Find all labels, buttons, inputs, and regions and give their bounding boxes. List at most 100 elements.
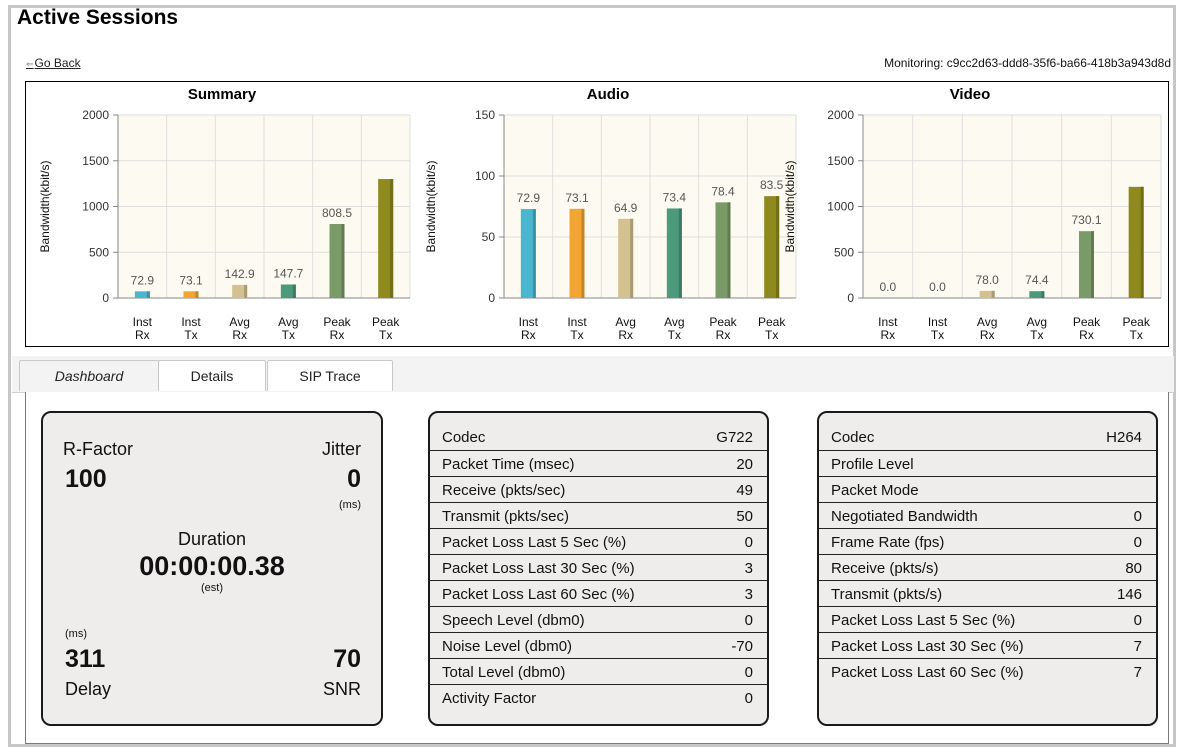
y-tick-label: 1000 [82, 200, 109, 214]
chart-svg: 0 500 1000 1500 2000 Bandwidth(kbit/s) 72.9 Ins… [38, 108, 411, 342]
audio-stat-value: G722 [716, 429, 753, 446]
video-stat-value: 7 [1133, 638, 1142, 655]
y-tick-label: 1500 [82, 154, 109, 168]
audio-stat-value: 0 [744, 612, 753, 629]
snr-value: 70 [333, 645, 361, 673]
video-stat-row: Packet Loss Last 60 Sec (%) 7 [819, 658, 1156, 684]
tab-dashboard[interactable]: Dashboard [19, 360, 159, 391]
bar-shade [244, 284, 248, 298]
video-stat-value: 7 [1133, 664, 1142, 681]
bar-shade [581, 208, 585, 298]
audio-stat-row: Total Level (dbm0) 0 [430, 658, 767, 684]
audio-stat-label: Speech Level (dbm0) [442, 612, 585, 629]
y-tick-label: 0 [102, 291, 109, 305]
x-tick-label: Inst [928, 315, 948, 329]
y-tick-label: 500 [89, 245, 109, 259]
audio-stat-label: Codec [442, 429, 486, 446]
audio-stat-label: Packet Loss Last 5 Sec (%) [442, 534, 627, 551]
video-stat-row: Frame Rate (fps) 0 [819, 528, 1156, 554]
video-stat-label: Packet Loss Last 60 Sec (%) [831, 664, 1024, 681]
x-tick-label: Rx [330, 328, 345, 342]
video-stat-value: 0 [1133, 534, 1142, 551]
audio-stat-label: Packet Time (msec) [442, 456, 575, 473]
x-tick-label: Avg [664, 315, 684, 329]
video-stat-row: Packet Mode [819, 476, 1156, 502]
y-tick-label: 0 [488, 291, 495, 305]
audio-stats-panel: Codec G722 Packet Time (msec) 20 Receive (pk… [428, 411, 769, 726]
video-chart-title: Video [949, 86, 991, 103]
chart-svg: 050100150Bandwidth(kbit/s) 72.9InstRx73.1… [424, 108, 797, 342]
audio-stat-row: Packet Loss Last 60 Sec (%) 3 [430, 580, 767, 606]
video-stat-row: Profile Level [819, 450, 1156, 476]
x-tick-label: Tx [282, 328, 295, 342]
audio-stat-value: 49 [736, 482, 753, 499]
y-axis-label: Bandwidth(kbit/s) [424, 160, 438, 252]
x-tick-label: Rx [880, 328, 895, 342]
y-tick-label: 100 [475, 169, 495, 183]
bar-shade [678, 208, 682, 298]
x-tick-label: Inst [567, 315, 587, 329]
bar-shade [195, 291, 199, 298]
video-stat-label: Packet Mode [831, 482, 919, 499]
y-tick-label: 1500 [827, 154, 854, 168]
video-stat-label: Packet Loss Last 30 Sec (%) [831, 638, 1024, 655]
data-label: 72.9 [517, 191, 541, 205]
x-tick-label: Avg [229, 315, 249, 329]
audio-stat-row: Codec G722 [430, 424, 767, 450]
x-tick-label: Tx [931, 328, 944, 342]
x-tick-label: Avg [278, 315, 298, 329]
data-label: 78.4 [711, 184, 735, 198]
data-label: 64.9 [614, 201, 638, 215]
go-back-link[interactable]: ⇐Go Back [26, 56, 81, 70]
audio-stat-row: Packet Loss Last 5 Sec (%) 0 [430, 528, 767, 554]
audio-stat-value: 0 [744, 664, 753, 681]
data-label: 142.9 [225, 267, 255, 281]
x-tick-label: Tx [1129, 328, 1142, 342]
tab-details[interactable]: Details [158, 360, 266, 391]
quality-panel: R-Factor 100 Jitter 0 (ms) Duration 00:0… [41, 411, 383, 726]
x-tick-label: Avg [977, 315, 997, 329]
delay-value: 311 [65, 645, 106, 673]
duration-value: 00:00:00.38 [139, 551, 285, 581]
audio-stat-label: Packet Loss Last 30 Sec (%) [442, 560, 635, 577]
video-chart: 0 500 1000 1500 2000 Bandwidth(kbit/s) 0.0 Inst… [771, 82, 1169, 346]
video-stat-row: Negotiated Bandwidth 0 [819, 502, 1156, 528]
x-tick-label: Avg [615, 315, 635, 329]
x-tick-label: Tx [184, 328, 197, 342]
jitter-value: 0 [347, 465, 361, 493]
video-stat-label: Receive (pkts/s) [831, 560, 939, 577]
bar-shade [532, 209, 536, 298]
data-label: 78.0 [975, 273, 999, 287]
duration-note: (est) [201, 582, 223, 594]
x-tick-label: Tx [379, 328, 392, 342]
video-stat-label: Transmit (pkts/s) [831, 586, 943, 603]
page-title: Active Sessions [17, 6, 179, 29]
video-stat-label: Profile Level [831, 456, 914, 473]
audio-stat-label: Total Level (dbm0) [442, 664, 566, 681]
rfactor-label: R-Factor [63, 439, 134, 459]
audio-stat-label: Transmit (pkts/sec) [442, 508, 569, 525]
x-tick-label: Rx [232, 328, 247, 342]
bar-shade [1041, 291, 1045, 298]
video-stat-row: Transmit (pkts/s) 146 [819, 580, 1156, 606]
x-tick-label: Rx [521, 328, 536, 342]
audio-stat-row: Transmit (pkts/sec) 50 [430, 502, 767, 528]
summary-chart: 0 500 1000 1500 2000 Bandwidth(kbit/s) 72.9 Ins… [26, 82, 418, 346]
video-stat-value: 146 [1116, 586, 1142, 603]
y-tick-label: 150 [475, 108, 495, 122]
bar-shade [727, 202, 731, 298]
bar-shade [292, 284, 296, 298]
audio-stat-value: 20 [736, 456, 753, 473]
x-tick-label: Peak [1122, 315, 1150, 329]
x-tick-label: Tx [1030, 328, 1043, 342]
data-label: 74.4 [1025, 273, 1049, 287]
tab-sip-trace[interactable]: SIP Trace [267, 360, 393, 391]
video-stat-label: Frame Rate (fps) [831, 534, 945, 551]
x-tick-label: Peak [323, 315, 351, 329]
audio-stat-value: 3 [744, 560, 753, 577]
x-tick-label: Peak [372, 315, 400, 329]
x-tick-label: Inst [519, 315, 539, 329]
x-tick-label: Peak [709, 315, 737, 329]
dashboard-content: R-Factor 100 Jitter 0 (ms) Duration 00:0… [25, 392, 1169, 744]
x-tick-label: Inst [181, 315, 201, 329]
